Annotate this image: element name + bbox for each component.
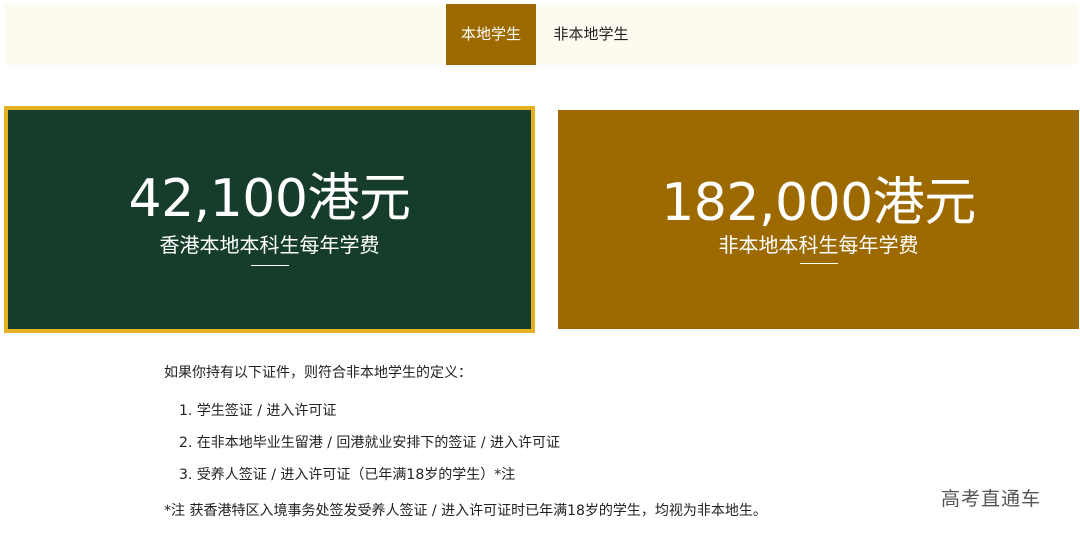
local-fee-divider <box>250 265 289 266</box>
tab-bar: 本地学生 非本地学生 <box>5 4 1078 65</box>
tab-nonlocal-students[interactable]: 非本地学生 <box>536 4 646 65</box>
list-item: 1. 学生签证 / 进入许可证 <box>179 403 337 419</box>
notes-footnote: *注 获香港特区入境事务处签发受养人签证 / 进入许可证时已年满18岁的学生，均… <box>164 503 767 519</box>
notes-intro: 如果你持有以下证件，则符合非本地学生的定义： <box>164 365 472 381</box>
watermark: 高考直通车 <box>941 488 1042 510</box>
local-fee-amount: 42,100港元 <box>128 169 411 229</box>
local-fee-caption: 香港本地本科生每年学费 <box>159 233 380 257</box>
tab-local-students[interactable]: 本地学生 <box>446 4 536 65</box>
nonlocal-fee-card: 182,000港元 非本地本科生每年学费 <box>558 110 1079 329</box>
nonlocal-fee-amount: 182,000港元 <box>661 173 976 233</box>
list-item: 2. 在非本地毕业生留港 / 回港就业安排下的签证 / 进入许可证 <box>179 435 561 451</box>
nonlocal-fee-divider <box>799 263 838 264</box>
nonlocal-fee-caption: 非本地本科生每年学费 <box>718 233 919 257</box>
local-fee-card: 42,100港元 香港本地本科生每年学费 <box>4 106 535 333</box>
list-item: 3. 受养人签证 / 进入许可证（已年满18岁的学生）*注 <box>179 467 516 483</box>
